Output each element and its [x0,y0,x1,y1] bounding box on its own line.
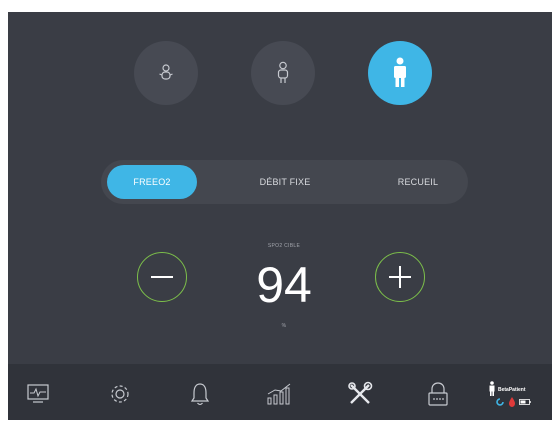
mode-debit-fixe-tab[interactable]: DÉBIT FIXE [239,165,331,199]
mode-recueil-tab[interactable]: RECUEIL [373,165,463,199]
plus-icon [389,266,411,288]
target-value: 94 [256,257,312,313]
nav-alarms-button[interactable] [184,378,216,410]
bottom-navigation: BetaPatient [8,364,552,420]
settings-gear-icon [111,385,129,403]
adult-icon [394,57,406,87]
monitor-icon [27,384,49,403]
lock-icon [428,382,448,406]
mode-freeo2-tab[interactable]: FREEO2 [107,165,197,199]
nav-settings-button[interactable] [104,378,136,410]
decrease-button[interactable] [137,252,187,302]
increase-button[interactable] [375,252,425,302]
profile-baby-button[interactable] [134,41,198,105]
target-unit: % [281,323,287,329]
patient-name: BetaPatient [498,387,526,393]
oxygen-cycle-icon [496,398,504,406]
tools-icon [348,381,373,404]
nav-monitor-button[interactable] [22,378,54,410]
mode-selector: FREEO2 DÉBIT FIXE RECUEIL [101,160,468,204]
minus-icon [151,276,173,278]
alarm-bell-icon [190,383,210,406]
battery-icon [519,399,531,405]
patient-person-icon [489,381,495,396]
target-label: SPO2 CIBLE [267,243,301,249]
child-icon [277,61,289,83]
trend-chart-icon [267,383,291,405]
nav-maintenance-button[interactable] [344,378,376,410]
alarm-drop-icon [509,397,515,407]
nav-trends-button[interactable] [264,378,296,410]
device-screen: FREEO2 DÉBIT FIXE RECUEIL SPO2 CIBLE 94 … [8,12,552,420]
profile-child-button[interactable] [251,41,315,105]
nav-lock-button[interactable] [422,378,454,410]
baby-icon [159,64,173,80]
profile-adult-button[interactable] [368,41,432,105]
